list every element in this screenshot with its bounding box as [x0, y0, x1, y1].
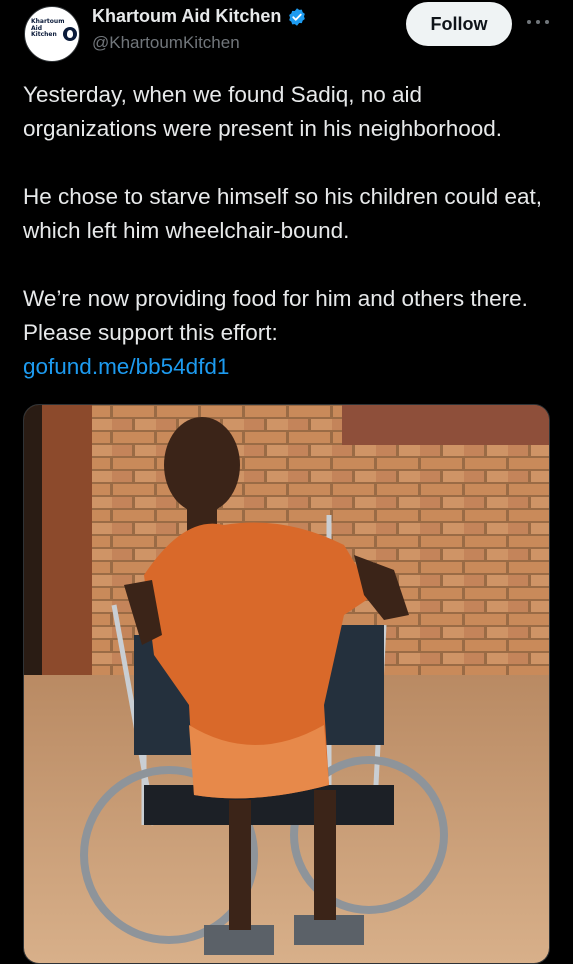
follow-button[interactable]: Follow — [406, 2, 512, 46]
display-name[interactable]: Khartoum Aid Kitchen — [92, 6, 281, 27]
tweet-paragraph: Yesterday, when we found Sadiq, no aid o… — [23, 82, 503, 141]
avatar-logo-text: Khartoum Aid Kitchen — [31, 18, 65, 38]
tweet-body: Yesterday, when we found Sadiq, no aid o… — [23, 78, 553, 384]
more-horizontal-icon[interactable] — [526, 12, 550, 32]
photo-illustration — [24, 405, 549, 963]
tweet-photo[interactable] — [23, 404, 550, 964]
avatar[interactable]: Khartoum Aid Kitchen — [24, 6, 80, 62]
tweet-header: Khartoum Aid Kitchen Khartoum Aid Kitche… — [0, 0, 573, 70]
user-handle[interactable]: @KhartoumKitchen — [92, 33, 240, 53]
verified-badge-icon — [289, 7, 306, 26]
tweet-paragraph-with-link: We’re now providing food for him and oth… — [23, 282, 553, 384]
tweet-paragraph: He chose to starve himself so his childr… — [23, 184, 543, 243]
logo-mark-icon — [63, 27, 77, 41]
tweet-paragraph-text: We’re now providing food for him and oth… — [23, 286, 528, 345]
name-row: Khartoum Aid Kitchen — [92, 6, 307, 27]
donation-link[interactable]: gofund.me/bb54dfd1 — [23, 354, 229, 379]
